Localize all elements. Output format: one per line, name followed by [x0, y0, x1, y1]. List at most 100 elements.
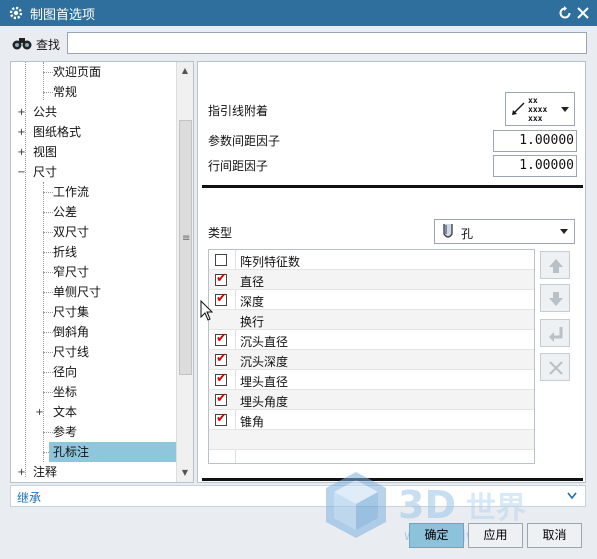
type-value: 孔: [461, 227, 474, 241]
tree-item-dimension-line[interactable]: 尺寸线: [11, 342, 177, 362]
section-divider: [202, 185, 583, 188]
checkbox[interactable]: ✔: [215, 371, 227, 386]
title-bar: 制图首选项: [0, 0, 597, 26]
line-spacing-label: 行间距因子: [208, 159, 269, 173]
param-spacing-label: 参数间距因子: [208, 134, 281, 148]
delete-button[interactable]: [540, 353, 570, 381]
expand-icon[interactable]: +: [17, 148, 26, 158]
tree-item-drawing-format[interactable]: + 图纸格式: [11, 122, 177, 142]
checkbox[interactable]: ✔: [215, 351, 227, 366]
collapse-icon[interactable]: −: [17, 168, 26, 178]
move-up-button[interactable]: [540, 251, 570, 279]
mouse-cursor-icon: [200, 300, 214, 321]
tree-item-break-line[interactable]: 折线: [11, 242, 177, 262]
tree-item-dimension[interactable]: − 尺寸: [11, 162, 177, 182]
checkbox[interactable]: ✔: [215, 411, 227, 426]
leader-attach-label: 指引线附着: [208, 104, 269, 118]
chevron-down-icon[interactable]: [567, 492, 577, 500]
settings-panel: 指引线附着 xx xxxx xxx 参数间距因子 1.00000 行间距因子 1…: [197, 61, 586, 483]
tree-item-welcome[interactable]: 欢迎页面: [11, 62, 177, 82]
inherit-label: 继承: [17, 491, 42, 505]
expand-icon[interactable]: +: [17, 468, 26, 478]
list-item[interactable]: ✔ 沉头直径: [209, 330, 534, 350]
list-item: [209, 430, 534, 450]
list-item[interactable]: ✔ 沉头深度: [209, 350, 534, 370]
list-item[interactable]: 阵列特征数: [209, 250, 534, 270]
checkbox[interactable]: ✔: [215, 271, 227, 286]
tree-item-workflow[interactable]: 工作流: [11, 182, 177, 202]
scroll-up-icon[interactable]: ▲: [177, 64, 193, 78]
checkbox[interactable]: ✔: [215, 331, 227, 346]
ok-button[interactable]: 确定: [409, 523, 464, 548]
tree-item-chamfer[interactable]: 倒斜角: [11, 322, 177, 342]
tree-item-general[interactable]: 常规: [11, 82, 177, 102]
list-item[interactable]: ✔ 深度: [209, 290, 534, 310]
search-row: 查找: [0, 26, 597, 60]
list-item[interactable]: ✔ 埋头直径: [209, 370, 534, 390]
dropdown-arrow-icon: [561, 107, 569, 112]
section-divider: [202, 478, 583, 481]
search-label: 查找: [36, 38, 61, 52]
tree-item-radial[interactable]: 径向: [11, 362, 177, 382]
expand-icon[interactable]: +: [35, 408, 44, 418]
line-spacing-input[interactable]: 1.00000: [493, 155, 577, 177]
check-icon: ✔: [216, 411, 227, 426]
scroll-down-icon[interactable]: ▼: [177, 466, 193, 480]
window-title: 制图首选项: [30, 8, 96, 23]
type-dropdown[interactable]: 孔: [434, 219, 575, 244]
tree-item-dual-dimension[interactable]: 双尺寸: [11, 222, 177, 242]
list-item[interactable]: ✔ 直径: [209, 270, 534, 290]
expand-icon[interactable]: +: [17, 128, 26, 138]
list-item[interactable]: 换行: [209, 310, 534, 330]
leader-text-line: xx: [528, 96, 538, 105]
leader-arrow-icon: [512, 102, 525, 115]
tree-item-single-sided[interactable]: 单侧尺寸: [11, 282, 177, 302]
checkbox[interactable]: ✔: [215, 391, 227, 406]
check-icon: ✔: [216, 391, 227, 406]
checkbox[interactable]: ✔: [215, 291, 227, 306]
cancel-button[interactable]: 取消: [527, 523, 582, 548]
check-icon: ✔: [216, 271, 227, 286]
tree-scrollbar[interactable]: ▲ ≡ ▼: [176, 62, 193, 482]
arrow-down-icon: [549, 292, 563, 306]
reset-icon[interactable]: [557, 5, 573, 21]
check-icon: ✔: [216, 351, 227, 366]
tree-item-ordinate[interactable]: 坐标: [11, 382, 177, 402]
binoculars-icon: [12, 38, 32, 50]
check-icon: ✔: [216, 331, 227, 346]
check-icon: ✔: [216, 371, 227, 386]
list-item[interactable]: ✔ 锥角: [209, 410, 534, 430]
dropdown-arrow-icon: [560, 229, 568, 234]
check-icon: ✔: [216, 291, 227, 306]
category-tree: 欢迎页面 常规 + 公共 + 图纸格式 + 视图 − 尺寸 工作流 公差 双尺寸…: [10, 61, 194, 483]
list-item[interactable]: ✔ 埋头角度: [209, 390, 534, 410]
leader-attach-dropdown[interactable]: xx xxxx xxx: [505, 92, 575, 126]
tree-item-dimension-set[interactable]: 尺寸集: [11, 302, 177, 322]
tree-item-annotation[interactable]: + 注释: [11, 462, 177, 482]
scroll-thumb[interactable]: ≡: [179, 120, 192, 375]
type-label: 类型: [208, 226, 233, 240]
leader-text-line: xxxx: [528, 105, 548, 114]
tree-item-view[interactable]: + 视图: [11, 142, 177, 162]
grip-icon: ≡: [182, 233, 191, 244]
tree-item-text[interactable]: + 文本: [11, 402, 177, 422]
arrow-up-icon: [549, 259, 563, 273]
tree-item-reference[interactable]: 参考: [11, 422, 177, 442]
apply-button[interactable]: 应用: [468, 523, 523, 548]
close-icon[interactable]: [575, 5, 591, 21]
tree-item-tolerance[interactable]: 公差: [11, 202, 177, 222]
tree-item-common[interactable]: + 公共: [11, 102, 177, 122]
move-down-button[interactable]: [540, 284, 570, 312]
inherit-section[interactable]: 继承: [10, 485, 586, 507]
search-input[interactable]: [67, 32, 587, 54]
insert-line-break-button[interactable]: [540, 319, 570, 347]
gear-icon: [9, 6, 23, 20]
hole-callout-list: 阵列特征数 ✔ 直径 ✔ 深度 换行 ✔ 沉头直径 ✔ 沉头深度 ✔ 埋头直径 …: [208, 249, 535, 464]
leader-text-line: xxx: [528, 114, 543, 123]
tree-item-hole-callout[interactable]: 孔标注: [11, 442, 178, 462]
line-break-icon: [549, 327, 563, 342]
param-spacing-input[interactable]: 1.00000: [493, 130, 577, 152]
expand-icon[interactable]: +: [17, 108, 26, 118]
checkbox[interactable]: [215, 254, 227, 266]
tree-item-narrow-dimension[interactable]: 窄尺寸: [11, 262, 177, 282]
